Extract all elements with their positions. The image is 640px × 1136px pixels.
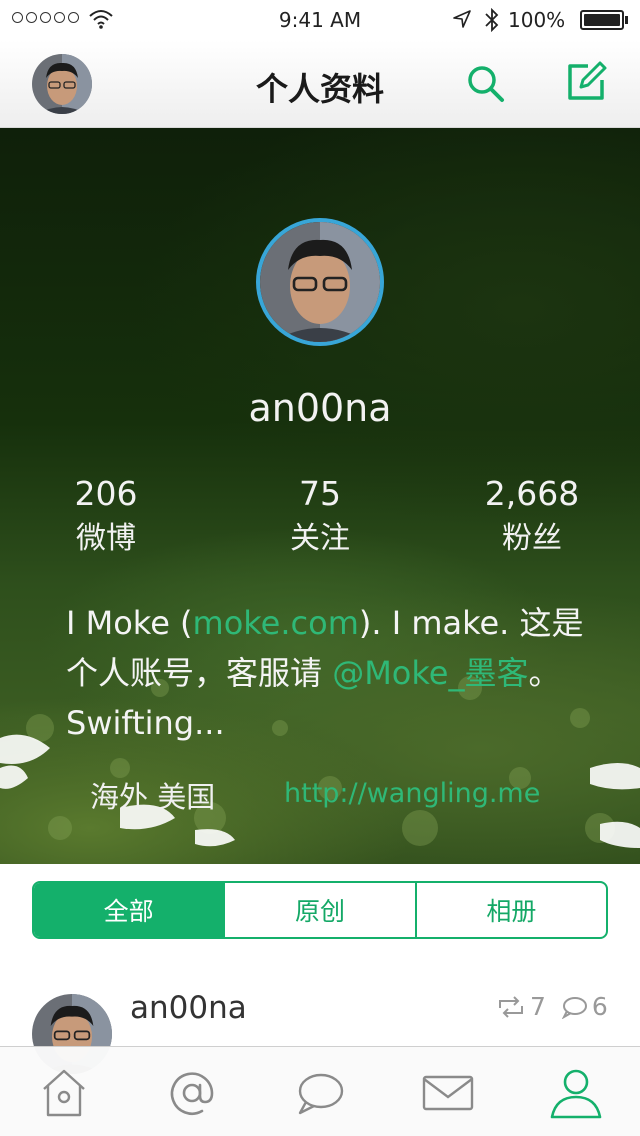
- mail-icon[interactable]: [420, 1065, 476, 1121]
- bio-link-mention[interactable]: @Moke_墨客: [332, 654, 528, 692]
- stat-weibo[interactable]: 206 微博: [16, 474, 196, 564]
- stat-label: 粉丝: [502, 521, 562, 556]
- comment-count: 6: [591, 992, 608, 1021]
- stat-label: 关注: [290, 521, 350, 556]
- stat-value: 2,668: [484, 474, 580, 513]
- stat-label: 微博: [76, 521, 136, 556]
- nav-avatar[interactable]: [32, 54, 92, 114]
- profile-bio: I Moke (moke.com). I make. 这是个人账号，客服请 @M…: [66, 598, 586, 748]
- profile-location: 海外 美国: [90, 780, 216, 814]
- location-arrow-icon: [453, 10, 471, 28]
- stat-followers[interactable]: 2,668 粉丝: [442, 474, 622, 564]
- comment-icon[interactable]: [560, 995, 588, 1019]
- bio-text: I Moke (: [66, 604, 193, 642]
- segment-album[interactable]: 相册: [414, 883, 606, 937]
- home-icon[interactable]: [36, 1065, 92, 1121]
- battery-icon: [580, 10, 628, 30]
- search-icon[interactable]: [464, 62, 508, 106]
- bio-link-website[interactable]: moke.com: [193, 604, 359, 642]
- feed-item-stats: 7 6: [496, 992, 608, 1021]
- person-icon[interactable]: [548, 1065, 604, 1121]
- battery-percentage: 100%: [508, 8, 566, 32]
- tab-bar: [0, 1046, 640, 1136]
- segment-original[interactable]: 原创: [223, 883, 414, 937]
- segment-all[interactable]: 全部: [34, 883, 224, 937]
- status-bar: 9:41 AM 100%: [0, 0, 640, 40]
- stat-value: 206: [74, 474, 138, 513]
- repost-count: 7: [530, 992, 546, 1021]
- profile-avatar[interactable]: [256, 218, 384, 346]
- bluetooth-icon: [485, 8, 499, 32]
- user-avatar-icon: [260, 222, 380, 342]
- profile-header: an00na 206 微博 75 关注 2,668 粉丝 I Moke (mok…: [0, 128, 640, 864]
- stat-following[interactable]: 75 关注: [230, 474, 410, 564]
- profile-website-link[interactable]: http://wangling.me: [284, 778, 540, 809]
- user-avatar-icon: [32, 54, 92, 114]
- stat-value: 75: [299, 474, 341, 513]
- profile-username: an00na: [248, 386, 392, 430]
- compose-icon[interactable]: [564, 60, 608, 104]
- chat-bubble-icon[interactable]: [292, 1065, 348, 1121]
- feed-author-name[interactable]: an00na: [130, 990, 247, 1026]
- at-icon[interactable]: [164, 1065, 220, 1121]
- navigation-bar: 个人资料: [0, 40, 640, 128]
- feed-filter-segmented-control: 全部 原创 相册: [32, 881, 608, 939]
- page-title: 个人资料: [255, 70, 384, 108]
- repost-icon[interactable]: [496, 995, 526, 1019]
